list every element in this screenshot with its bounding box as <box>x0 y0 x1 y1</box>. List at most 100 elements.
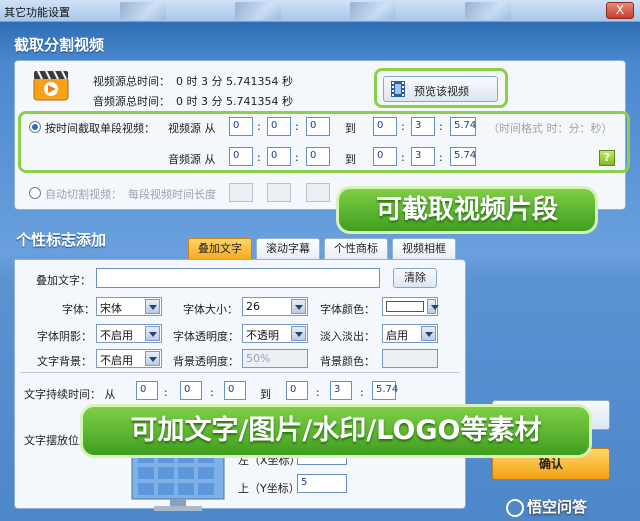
help-icon[interactable]: ? <box>599 150 615 166</box>
overlay-banner-materials: 可加文字/图片/水印/LOGO等素材 <box>80 404 592 458</box>
preview-video-button[interactable]: 预览该视频 <box>383 76 498 102</box>
shadow-value: 不启用 <box>100 329 133 342</box>
preview-video-label: 预览该视频 <box>414 85 469 98</box>
auto-split-radio[interactable] <box>29 187 41 199</box>
overlay-text-label: 叠加文字： <box>36 274 91 287</box>
auto-split-label: 自动切割视频： <box>45 188 122 201</box>
chevron-down-icon <box>421 326 436 341</box>
top-coord-input[interactable]: 5 <box>297 474 347 493</box>
watermark-icon <box>506 498 524 517</box>
video-to-hour[interactable]: 0 <box>373 117 397 136</box>
titlebar-decoration <box>350 2 396 20</box>
to-label: 到 <box>345 122 356 135</box>
fade-select[interactable]: 启用 <box>382 324 438 343</box>
video-to-minute[interactable]: 3 <box>411 117 435 136</box>
audio-from-second[interactable]: 0 <box>306 147 330 166</box>
tab-custom-logo[interactable]: 个性商标 <box>324 238 388 260</box>
audio-to-minute[interactable]: 3 <box>411 147 435 166</box>
overlay-banner-clip: 可截取视频片段 <box>336 186 598 234</box>
duration-from-second[interactable]: 0 <box>224 381 246 400</box>
colon: : <box>257 120 261 133</box>
audio-total-value: 0 时 3 分 5.741354 秒 <box>176 95 293 108</box>
audio-from-minute[interactable]: 0 <box>267 147 291 166</box>
opacity-label: 字体透明度： <box>173 330 239 343</box>
video-src-label: 视频源 从 <box>168 122 216 135</box>
video-from-hour[interactable]: 0 <box>229 117 253 136</box>
audio-src-label: 音频源 从 <box>168 153 216 166</box>
video-from-second[interactable]: 0 <box>306 117 330 136</box>
watermark-text: 悟空问答 <box>527 498 588 516</box>
tab-video-frame[interactable]: 视频相框 <box>392 238 456 260</box>
divider <box>20 372 460 373</box>
clear-button[interactable]: 清除 <box>393 268 437 288</box>
audio-total-label: 音频源总时间： <box>93 95 170 108</box>
tab-overlay-text[interactable]: 叠加文字 <box>188 238 252 260</box>
bg-select[interactable]: 不启用 <box>96 349 162 368</box>
segment-hour <box>229 183 253 202</box>
segment-minute <box>267 183 291 202</box>
fade-value: 启用 <box>386 329 408 342</box>
time-mode-radio[interactable] <box>29 121 41 133</box>
duration-from-hour[interactable]: 0 <box>136 381 158 400</box>
titlebar-decoration <box>235 2 281 20</box>
font-color-picker[interactable] <box>382 297 439 316</box>
video-total-label: 视频源总时间： <box>93 75 170 88</box>
chevron-down-icon <box>291 326 306 341</box>
chevron-down-icon <box>291 299 306 314</box>
window-title: 其它功能设置 <box>4 6 70 19</box>
chevron-down-icon <box>427 299 439 314</box>
chevron-down-icon <box>145 351 160 366</box>
colon: : <box>316 386 320 399</box>
font-color-label: 字体颜色： <box>320 303 375 316</box>
segment-second <box>306 183 330 202</box>
to-label: 到 <box>345 153 356 166</box>
chevron-down-icon <box>145 326 160 341</box>
colon: : <box>439 120 443 133</box>
video-to-second[interactable]: 5.74 <box>450 117 476 136</box>
colon: : <box>401 151 405 164</box>
logo-section-title: 个性标志添加 <box>16 231 107 249</box>
font-size-select[interactable]: 26 <box>242 297 308 316</box>
clip-section-title: 截取分割视频 <box>14 36 105 54</box>
duration-label: 文字持续时间： 从 <box>24 388 116 401</box>
titlebar-decoration <box>465 2 511 20</box>
audio-from-hour[interactable]: 0 <box>229 147 253 166</box>
font-size-value: 26 <box>246 300 260 313</box>
colon: : <box>295 151 299 164</box>
opacity-value: 不透明 <box>246 329 279 342</box>
bg-value: 不启用 <box>100 354 133 367</box>
titlebar-decoration <box>120 2 166 20</box>
tab-scrolling-subtitle[interactable]: 滚动字幕 <box>256 238 320 260</box>
font-value: 宋体 <box>100 302 122 315</box>
bg-opacity-label: 背景透明度： <box>173 355 239 368</box>
font-select[interactable]: 宋体 <box>96 297 162 316</box>
bg-opacity-select: 50% <box>242 349 308 368</box>
close-icon: X <box>615 3 625 17</box>
overlay-text-input[interactable] <box>96 268 380 288</box>
colon: : <box>257 151 261 164</box>
colon: : <box>439 151 443 164</box>
audio-to-hour[interactable]: 0 <box>373 147 397 166</box>
video-total-value: 0 时 3 分 5.741354 秒 <box>176 75 293 88</box>
colon: : <box>210 386 214 399</box>
segment-length-label: 每段视频时间长度 <box>128 188 216 201</box>
bg-opacity-value: 50% <box>246 352 271 365</box>
time-mode-label: 按时间截取单段视频： <box>45 122 155 135</box>
close-button[interactable]: X <box>606 2 634 19</box>
duration-to-label: 到 <box>260 388 271 401</box>
bg-color-picker <box>382 349 438 368</box>
duration-from-minute[interactable]: 0 <box>180 381 202 400</box>
title-bar: 其它功能设置 X <box>0 0 640 22</box>
audio-to-second[interactable]: 5.74 <box>450 147 476 166</box>
watermark: 悟空问答 <box>506 496 587 517</box>
shadow-select[interactable]: 不启用 <box>96 324 162 343</box>
video-from-minute[interactable]: 0 <box>267 117 291 136</box>
fade-label: 淡入淡出： <box>320 330 375 343</box>
font-size-label: 字体大小： <box>183 303 238 316</box>
duration-to-minute[interactable]: 3 <box>330 381 352 400</box>
opacity-select[interactable]: 不透明 <box>242 324 308 343</box>
bg-label: 文字背景： <box>37 355 92 368</box>
duration-to-hour[interactable]: 0 <box>286 381 308 400</box>
duration-to-second[interactable]: 5.74 <box>372 381 398 400</box>
font-color-swatch <box>386 301 424 312</box>
